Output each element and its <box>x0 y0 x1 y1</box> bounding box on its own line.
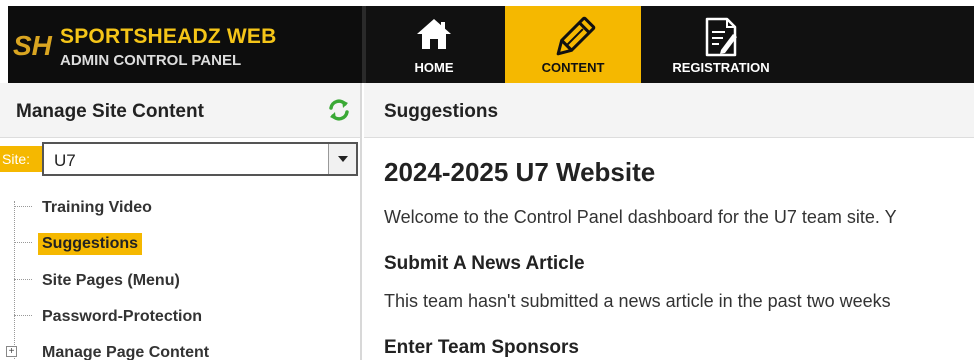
nav-registration[interactable]: REGISTRATION <box>646 6 796 83</box>
tree-connector-branch <box>14 315 32 316</box>
refresh-icon[interactable] <box>326 97 352 123</box>
nav-divider <box>362 6 366 83</box>
top-bar: SH SPORTSHEADZ WEB ADMIN CONTROL PANEL H… <box>0 0 974 83</box>
panel-header: Manage Site Content <box>0 83 360 138</box>
tree-item-label: Site Pages (Menu) <box>42 272 180 289</box>
main-content: Suggestions 2024-2025 U7 Website Welcome… <box>364 83 974 360</box>
site-content-panel: Manage Site Content Site: U7 Training Vi… <box>0 83 362 360</box>
content-header: Suggestions <box>364 83 974 138</box>
news-article-text: This team hasn't submitted a news articl… <box>384 291 891 311</box>
tree-connector-branch <box>14 279 32 280</box>
expand-icon[interactable]: + <box>6 346 17 357</box>
brand[interactable]: SH SPORTSHEADZ WEB ADMIN CONTROL PANEL <box>8 6 362 83</box>
tree-connector-branch <box>14 206 32 207</box>
tree-connector-branch <box>14 242 32 243</box>
home-icon <box>417 19 451 49</box>
site-select-button[interactable] <box>328 144 356 174</box>
pencil-icon <box>556 16 596 56</box>
tree-item-label: Password-Protection <box>42 308 203 325</box>
site-select[interactable]: U7 <box>42 142 358 176</box>
nav-content-label: CONTENT <box>541 60 605 75</box>
svg-text:SH: SH <box>13 30 53 61</box>
news-article-heading: Submit A News Article <box>384 253 585 274</box>
nav-registration-label: REGISTRATION <box>672 60 770 75</box>
tree-item-label: Suggestions <box>38 233 143 255</box>
team-sponsors-heading: Enter Team Sponsors <box>384 337 579 358</box>
brand-title: SPORTSHEADZ WEB <box>60 25 277 48</box>
site-select-value: U7 <box>54 151 76 170</box>
site-selector-row: Site: U7 <box>0 140 358 178</box>
form-icon <box>705 17 737 57</box>
brand-subtitle: ADMIN CONTROL PANEL <box>60 52 242 69</box>
content-header-title: Suggestions <box>384 101 499 122</box>
sportsheadz-logo: SH <box>13 30 53 61</box>
nav-home[interactable]: HOME <box>370 6 498 83</box>
chevron-down-icon <box>338 156 348 162</box>
panel-title: Manage Site Content <box>16 101 204 122</box>
welcome-text: Welcome to the Control Panel dashboard f… <box>384 207 897 227</box>
tree-item-label: Manage Page Content <box>42 344 210 360</box>
tree-connector <box>14 201 15 360</box>
page-title: 2024-2025 U7 Website <box>384 157 656 187</box>
left-edge <box>0 0 8 83</box>
nav-home-label: HOME <box>414 60 454 75</box>
nav-content[interactable]: CONTENT <box>505 6 641 83</box>
tree-item-label: Training Video <box>42 199 152 216</box>
site-label: Site: <box>0 146 42 172</box>
